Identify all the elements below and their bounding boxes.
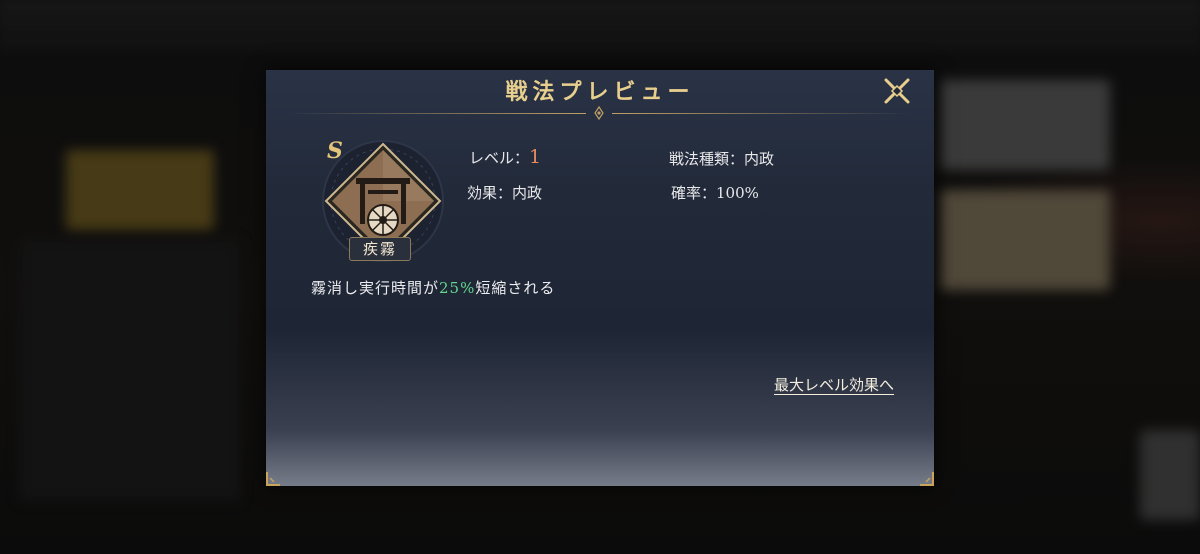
dialog-header: 戦法プレビュー	[266, 70, 934, 120]
dialog-title: 戦法プレビュー	[505, 79, 695, 105]
level-value: 1	[529, 146, 542, 168]
description-highlight: 25%	[439, 279, 476, 297]
skill-name-label: 疾霧	[349, 237, 411, 261]
corner-ornament-bottom-right-icon	[920, 472, 934, 486]
skill-description: 霧消し実行時間が25%短縮される	[311, 277, 555, 298]
level-row: レベル：1	[469, 146, 541, 168]
header-ornament-icon	[594, 106, 604, 120]
effect-value: 内政	[512, 184, 543, 202]
close-icon[interactable]	[882, 76, 912, 106]
header-divider-left	[286, 113, 586, 114]
skill-preview-dialog: 戦法プレビュー S 疾霧 レベル：1 戦法種類：内政 効果：内政 確率：100%…	[266, 70, 934, 486]
header-divider-right	[612, 113, 912, 114]
description-prefix: 霧消し実行時間が	[311, 279, 440, 297]
rate-label: 確率：	[671, 184, 717, 202]
rate-row: 確率：100%	[671, 182, 759, 203]
corner-ornament-bottom-left-icon	[266, 472, 280, 486]
effect-label: 効果：	[467, 184, 513, 202]
skill-type-value: 内政	[744, 150, 775, 168]
skill-type-row: 戦法種類：内政	[669, 148, 774, 169]
effect-row: 効果：内政	[467, 182, 542, 203]
rate-value: 100%	[716, 184, 759, 202]
skill-type-label: 戦法種類：	[669, 150, 745, 168]
skill-rank-badge: S	[327, 138, 343, 164]
description-suffix: 短縮される	[475, 279, 556, 297]
level-label: レベル：	[469, 149, 530, 167]
max-level-effect-link[interactable]: 最大レベル効果へ	[774, 374, 894, 395]
